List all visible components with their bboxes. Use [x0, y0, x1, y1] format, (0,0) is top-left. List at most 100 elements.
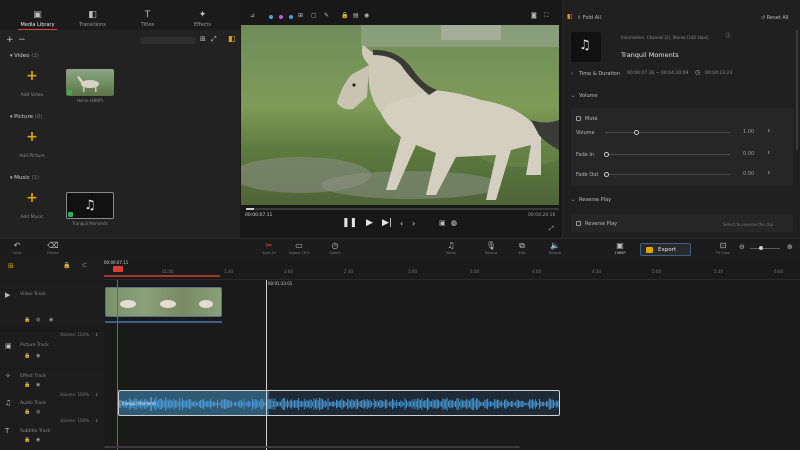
- add-track-icon[interactable]: ⊞: [8, 263, 14, 270]
- mute-icon[interactable]: ◍: [36, 409, 40, 415]
- volume-knob[interactable]: [634, 130, 640, 135]
- tab-titles[interactable]: T Titles: [120, 0, 175, 30]
- music-button[interactable]: ♫ Music: [436, 242, 466, 256]
- mute-icon[interactable]: ◍: [36, 317, 40, 323]
- reset-all-button[interactable]: ↺ Reset All: [761, 15, 789, 21]
- waveform-bar: [231, 400, 232, 408]
- playhead-line[interactable]: [117, 280, 118, 450]
- zoom-out-icon[interactable]: ⊖: [739, 244, 745, 251]
- magnet-icon[interactable]: ⊂: [82, 263, 87, 269]
- stepper-icon[interactable]: ⇕: [95, 418, 98, 423]
- fade-in-slider[interactable]: [604, 152, 730, 157]
- grid-icon[interactable]: ⊞: [298, 13, 303, 19]
- tab-effects[interactable]: ✦ Effects: [175, 0, 230, 30]
- step-forward-icon[interactable]: ▶|: [382, 219, 392, 228]
- add-video-icon[interactable]: +: [24, 68, 40, 84]
- volume-preview-icon[interactable]: ◍: [451, 220, 457, 227]
- music-thumbnail[interactable]: ♫: [66, 192, 114, 219]
- track-area[interactable]: Tranquil Moments: [104, 282, 800, 450]
- volume-value[interactable]: 1.00: [743, 129, 754, 135]
- section-picture[interactable]: ▾ Picture (0): [10, 114, 43, 120]
- undo-button[interactable]: ↶ Undo: [2, 242, 32, 256]
- fullscreen-icon[interactable]: ⛶: [544, 13, 548, 19]
- fade-out-slider[interactable]: [604, 172, 730, 177]
- lock-icon[interactable]: 🔒: [24, 353, 30, 359]
- lock-icon[interactable]: 🔒: [341, 13, 348, 19]
- fade-out-value[interactable]: 0.00: [743, 171, 754, 177]
- zoom-in-icon[interactable]: ⊕: [787, 244, 793, 251]
- eye-icon[interactable]: ◉: [49, 317, 53, 323]
- frame-icon[interactable]: ▢: [311, 13, 317, 19]
- delete-button[interactable]: ⌫ Delete: [38, 242, 68, 256]
- lock-icon[interactable]: 🔒: [24, 437, 30, 443]
- split-button[interactable]: ✂ Split All: [254, 242, 284, 256]
- edit-button[interactable]: ⧉ Edit: [507, 242, 537, 256]
- fade-in-value[interactable]: 0.00: [743, 151, 754, 157]
- eye-icon[interactable]: ◉: [364, 13, 369, 19]
- snapshot-icon[interactable]: ▣: [439, 220, 446, 227]
- lock-icon[interactable]: 🔒: [24, 382, 30, 388]
- playhead-marker[interactable]: [113, 266, 123, 272]
- tab-media-library[interactable]: ▣ Media Library: [10, 0, 65, 30]
- next-mark-icon[interactable]: ›: [412, 220, 415, 228]
- pause-icon[interactable]: ❚❚: [342, 219, 357, 228]
- add-icon[interactable]: +: [6, 36, 14, 45]
- section-video[interactable]: ▾ Video (1): [10, 53, 39, 59]
- eye-icon[interactable]: ◉: [36, 437, 40, 443]
- add-music-icon[interactable]: +: [24, 190, 40, 206]
- fade-out-knob[interactable]: [604, 172, 609, 177]
- color-dot-purple[interactable]: [279, 15, 283, 19]
- fold-all-button[interactable]: ⇧ Fold All: [577, 15, 601, 21]
- resolution-button[interactable]: ▣ 1080P: [605, 242, 635, 256]
- eye-icon[interactable]: ◉: [36, 382, 40, 388]
- zoom-slider[interactable]: [750, 246, 780, 250]
- stepper-icon[interactable]: ⇕: [95, 332, 98, 337]
- prev-mark-icon[interactable]: ‹: [400, 220, 403, 228]
- zoom-knob[interactable]: [759, 246, 763, 250]
- camera-icon[interactable]: ◙: [531, 13, 537, 19]
- info-icon[interactable]: ⓘ: [726, 34, 731, 39]
- stepper-icon[interactable]: ⇕: [767, 170, 770, 175]
- crop-icon[interactable]: ⊿: [250, 13, 255, 19]
- add-picture-icon[interactable]: +: [24, 129, 40, 145]
- pen-icon[interactable]: ✎: [324, 13, 329, 19]
- search-input[interactable]: [140, 37, 196, 44]
- record-button[interactable]: 🎙 Record: [476, 242, 506, 256]
- fit-view-button[interactable]: ⊡ Fit View: [708, 242, 738, 256]
- lock-icon[interactable]: 🔒: [24, 317, 30, 323]
- play-icon[interactable]: ▶: [366, 219, 373, 228]
- stepper-icon[interactable]: ⇕: [767, 128, 770, 133]
- grid-view-icon[interactable]: ⊞: [200, 36, 206, 43]
- audio-clip[interactable]: Tranquil Moments: [118, 390, 560, 416]
- panel-toggle-icon[interactable]: ◧: [567, 14, 573, 20]
- section-music[interactable]: ▾ Music (1): [10, 175, 39, 181]
- waveform-bar: [330, 401, 332, 407]
- mute-checkbox[interactable]: [576, 116, 581, 121]
- timeline-scrollbar[interactable]: [104, 446, 520, 448]
- timeline-ruler[interactable]: 00:00:07.11 01:00 1:30 1:60 2:30 3:00 3:…: [104, 260, 800, 280]
- export-button[interactable]: Export: [640, 243, 691, 256]
- eye-icon[interactable]: ◉: [36, 353, 40, 359]
- lock-icon[interactable]: 🔒: [24, 409, 30, 415]
- color-dot-blue-2[interactable]: [289, 15, 293, 19]
- preview-scrubber[interactable]: [246, 208, 559, 210]
- video-clip[interactable]: [105, 287, 222, 317]
- stepper-icon[interactable]: ⇕: [95, 392, 98, 397]
- fade-in-knob[interactable]: [604, 152, 609, 157]
- tab-transitions[interactable]: ◧ Transitions: [65, 0, 120, 30]
- minus-icon[interactable]: −: [18, 36, 26, 45]
- stepper-icon[interactable]: ⇕: [767, 150, 770, 155]
- properties-scrollbar[interactable]: [796, 30, 798, 150]
- aspect-button[interactable]: ▭ Aspect 16:9: [284, 242, 314, 256]
- speed-button[interactable]: ◷ Speed: [320, 242, 350, 256]
- panel-toggle-icon[interactable]: ◧: [228, 35, 236, 43]
- lock-all-icon[interactable]: 🔒: [63, 263, 70, 269]
- expand-icon[interactable]: ⤢: [211, 36, 217, 43]
- volume-slider[interactable]: [605, 130, 730, 135]
- video-thumbnail[interactable]: [66, 69, 114, 96]
- color-dot-blue[interactable]: [269, 15, 273, 19]
- detach-audio-button[interactable]: 🔈 Detach: [540, 242, 570, 256]
- reverse-checkbox[interactable]: [576, 221, 581, 226]
- layers-icon[interactable]: ▤: [353, 13, 359, 19]
- expand-preview-icon[interactable]: ⤢: [549, 226, 554, 232]
